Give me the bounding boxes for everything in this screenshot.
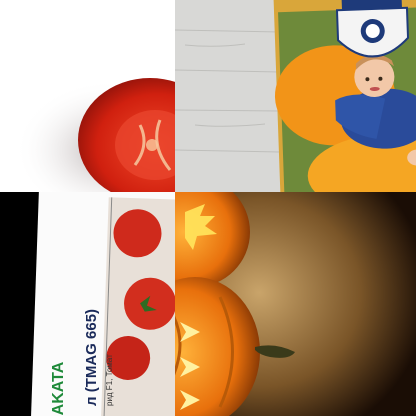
jack-o-lantern-tile [175,192,416,416]
child-pumpkin-photo [175,0,416,192]
packet-product: л (TMAG 665) [83,309,100,406]
jack-o-lantern-photo [175,192,416,416]
child-pumpkin-tile [175,0,416,192]
tomato-photo [0,0,175,192]
seed-packet-photo: SAKATA л (TMAG 665) рид F1, Томат [0,192,175,416]
packet-brand: SAKATA [50,361,67,416]
tomato-tile [0,0,175,192]
packet-subtitle: рид F1, Томат [105,354,114,406]
seed-packet-tile: SAKATA л (TMAG 665) рид F1, Томат [0,192,175,416]
image-collage: SAKATA л (TMAG 665) рид F1, Томат [0,0,416,416]
